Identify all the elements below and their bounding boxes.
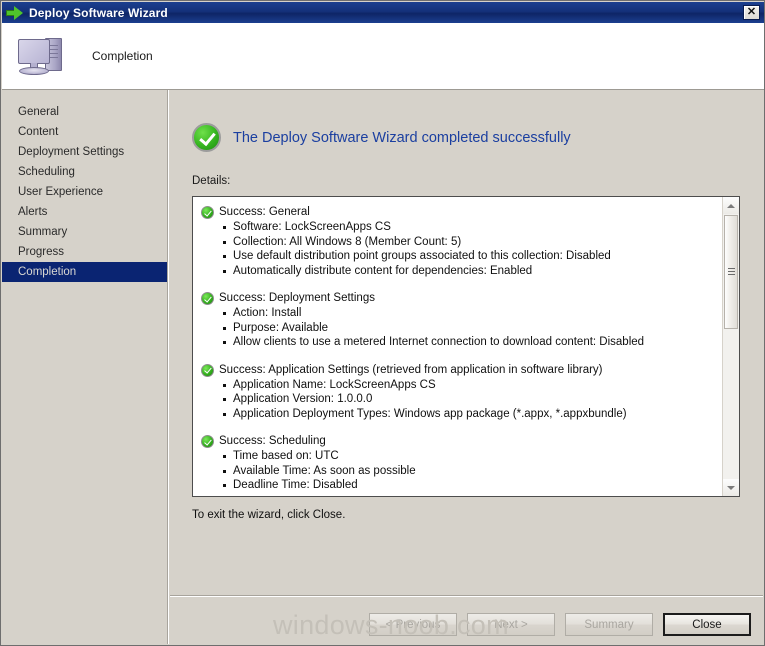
wizard-content-panel: The Deploy Software Wizard completed suc… [170, 90, 763, 644]
next-button[interactable]: Next > [467, 613, 555, 636]
detail-bullet-list: Application Name: LockScreenApps CS Appl… [201, 378, 718, 422]
list-item: Automatically distribute content for dep… [223, 264, 718, 279]
sidebar-item-progress[interactable]: Progress [2, 242, 167, 262]
detail-group: Success: Deployment Settings Action: Ins… [201, 291, 718, 350]
sidebar-item-completion[interactable]: Completion [2, 262, 167, 282]
exit-instruction: To exit the wizard, click Close. [192, 509, 346, 521]
list-item: Deadline Time: Disabled [223, 478, 718, 493]
list-item: Purpose: Available [223, 321, 718, 336]
detail-group-title: Success: Application Settings (retrieved… [219, 363, 603, 376]
details-label: Details: [192, 175, 231, 187]
sidebar-item-content[interactable]: Content [2, 122, 167, 142]
scroll-down-icon[interactable] [723, 479, 739, 496]
success-check-icon [201, 206, 214, 219]
details-listbox[interactable]: Success: General Software: LockScreenApp… [192, 196, 740, 497]
detail-group-title: Success: General [219, 206, 310, 218]
wizard-header: Completion [2, 23, 764, 89]
computer-icon [16, 33, 70, 79]
success-banner: The Deploy Software Wizard completed suc… [192, 123, 571, 152]
previous-button[interactable]: < Previous [369, 613, 457, 636]
detail-group-header: Success: Application Settings (retrieved… [201, 363, 718, 377]
list-item: Action: Install [223, 306, 718, 321]
page-title: Completion [92, 49, 153, 63]
detail-group: Success: Scheduling Time based on: UTC A… [201, 434, 718, 493]
sidebar-item-general[interactable]: General [2, 102, 167, 122]
list-item: Application Version: 1.0.0.0 [223, 392, 718, 407]
close-icon[interactable]: ✕ [743, 5, 760, 20]
details-content: Success: General Software: LockScreenApp… [193, 197, 722, 496]
detail-group-title: Success: Deployment Settings [219, 292, 375, 304]
list-item: Collection: All Windows 8 (Member Count:… [223, 235, 718, 250]
deploy-software-wizard-window: Deploy Software Wizard ✕ Completion Gene… [0, 0, 765, 646]
detail-group: Success: Application Settings (retrieved… [201, 363, 718, 422]
window-titlebar: Deploy Software Wizard ✕ [2, 2, 764, 23]
list-item: Time based on: UTC [223, 449, 718, 464]
list-item: Allow clients to use a metered Internet … [223, 335, 718, 350]
success-check-icon [201, 435, 214, 448]
list-item: Use default distribution point groups as… [223, 249, 718, 264]
list-item: Application Deployment Types: Windows ap… [223, 407, 718, 422]
sidebar-item-user-experience[interactable]: User Experience [2, 182, 167, 202]
detail-group-header: Success: General [201, 205, 718, 219]
sidebar-item-deployment-settings[interactable]: Deployment Settings [2, 142, 167, 162]
sidebar-item-summary[interactable]: Summary [2, 222, 167, 242]
list-item: Software: LockScreenApps CS [223, 220, 718, 235]
detail-group-title: Success: Scheduling [219, 435, 326, 447]
success-heading: The Deploy Software Wizard completed suc… [233, 129, 571, 146]
sidebar-divider [167, 90, 169, 644]
green-arrow-icon [6, 5, 24, 20]
list-item: Application Name: LockScreenApps CS [223, 378, 718, 393]
list-item: Available Time: As soon as possible [223, 464, 718, 479]
sidebar-item-scheduling[interactable]: Scheduling [2, 162, 167, 182]
detail-group-header: Success: Deployment Settings [201, 291, 718, 305]
detail-group: Success: General Software: LockScreenApp… [201, 205, 718, 278]
green-check-icon [192, 123, 221, 152]
titlebar-left: Deploy Software Wizard [2, 5, 743, 20]
sidebar-item-alerts[interactable]: Alerts [2, 202, 167, 222]
success-check-icon [201, 363, 214, 377]
detail-bullet-list: Time based on: UTC Available Time: As so… [201, 449, 718, 493]
success-check-icon [201, 292, 214, 305]
wizard-button-bar: < Previous Next > Summary Close [369, 613, 751, 636]
summary-button[interactable]: Summary [565, 613, 653, 636]
detail-group-header: Success: Scheduling [201, 434, 718, 448]
wizard-step-sidebar: General Content Deployment Settings Sche… [2, 90, 167, 644]
detail-bullet-list: Action: Install Purpose: Available Allow… [201, 306, 718, 350]
scroll-up-icon[interactable] [723, 197, 739, 214]
detail-bullet-list: Software: LockScreenApps CS Collection: … [201, 220, 718, 278]
footer-divider [170, 595, 763, 597]
scrollbar-thumb[interactable] [724, 215, 738, 329]
close-button[interactable]: Close [663, 613, 751, 636]
details-scrollbar[interactable] [722, 197, 739, 496]
window-title: Deploy Software Wizard [29, 5, 168, 20]
